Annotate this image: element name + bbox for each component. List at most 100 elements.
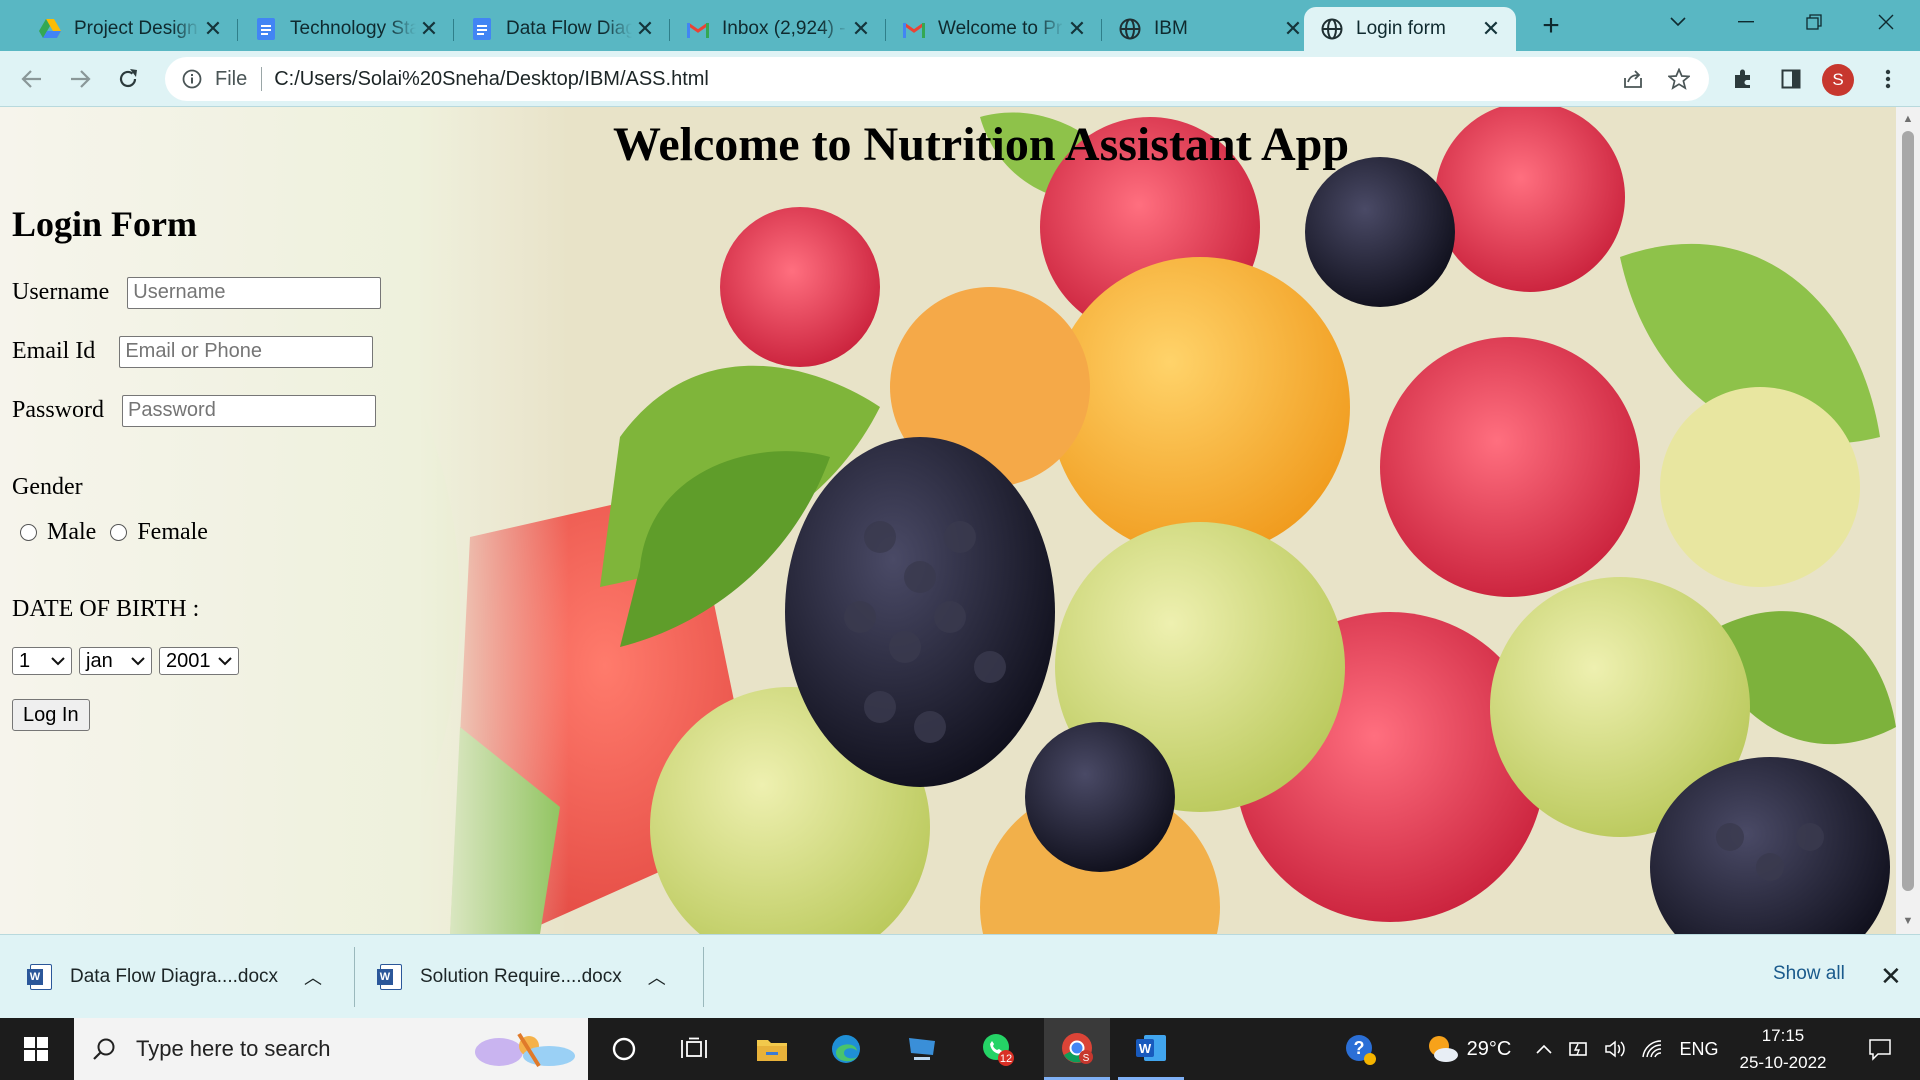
forward-button[interactable] <box>62 61 98 97</box>
browser-toolbar: File C:/Users/Solai%20Sneha/Desktop/IBM/… <box>0 51 1920 107</box>
search-highlight-illustration-icon <box>475 1032 575 1068</box>
tab-ibm[interactable]: IBM ✕ <box>1102 7 1318 51</box>
cortana-icon[interactable] <box>596 1018 652 1080</box>
page-viewport: Welcome to Nutrition Assistant App Login… <box>0 107 1896 934</box>
male-radio[interactable] <box>20 524 37 541</box>
clock-time: 17:15 <box>1761 1026 1805 1045</box>
page-scrollbar[interactable]: ▲ ▼ <box>1896 107 1920 934</box>
download-divider <box>703 947 704 1007</box>
tab-project-design[interactable]: Project Design ✕ <box>22 7 238 51</box>
year-select[interactable]: 2001 <box>159 647 239 675</box>
edge-browser-icon[interactable] <box>818 1018 874 1080</box>
chrome-icon[interactable]: S <box>1044 1018 1110 1080</box>
chevron-up-icon[interactable] <box>1530 1018 1558 1080</box>
task-view-icon[interactable] <box>666 1018 722 1080</box>
bookmark-star-icon[interactable] <box>1665 65 1693 93</box>
tab-title: IBM <box>1154 18 1188 39</box>
close-window-button[interactable] <box>1852 0 1920 44</box>
system-clock[interactable]: 17:15 25-10-2022 <box>1728 1022 1838 1076</box>
close-icon[interactable]: ✕ <box>1064 16 1090 42</box>
battery-icon[interactable] <box>1566 1018 1594 1080</box>
word-app-icon[interactable]: W <box>1118 1018 1184 1080</box>
day-select[interactable]: 1 <box>12 647 72 675</box>
wifi-icon[interactable] <box>1638 1018 1666 1080</box>
profile-avatar[interactable]: S <box>1822 64 1854 96</box>
input-language[interactable]: ENG <box>1676 1018 1722 1080</box>
restore-button[interactable] <box>1780 0 1848 44</box>
side-panel-icon[interactable] <box>1773 61 1809 97</box>
password-row: Password <box>12 381 381 440</box>
info-icon[interactable] <box>179 66 205 92</box>
share-icon[interactable] <box>1619 65 1647 93</box>
password-label: Password <box>12 397 105 423</box>
scroll-thumb[interactable] <box>1902 131 1914 891</box>
page-title: Welcome to Nutrition Assistant App <box>612 118 1350 171</box>
temperature: 29°C <box>1466 1037 1512 1060</box>
word-document-icon: W <box>27 964 52 990</box>
gender-options: Male Female <box>12 519 381 546</box>
address-bar[interactable]: File C:/Users/Solai%20Sneha/Desktop/IBM/… <box>165 57 1709 101</box>
whatsapp-icon[interactable]: 12 <box>970 1018 1026 1080</box>
chevron-up-icon[interactable]: ︿ <box>648 964 666 990</box>
tab-data-flow-diagram[interactable]: Data Flow Diag ✕ <box>454 7 670 51</box>
download-item[interactable]: W Solution Require....docx ︿ <box>377 935 666 1019</box>
minimize-button[interactable] <box>1712 0 1780 44</box>
download-divider <box>354 947 355 1007</box>
pc-screen-icon[interactable] <box>894 1018 950 1080</box>
tab-login-form[interactable]: Login form ✕ <box>1304 7 1516 51</box>
tab-welcome[interactable]: Welcome to Pr ✕ <box>886 7 1102 51</box>
tab-search-chevron-icon[interactable] <box>1644 0 1712 44</box>
back-button[interactable] <box>14 61 50 97</box>
show-all-downloads-link[interactable]: Show all <box>1773 963 1845 985</box>
password-input[interactable] <box>122 394 377 427</box>
female-radio[interactable] <box>110 524 128 541</box>
gender-label: Gender <box>12 474 83 500</box>
close-icon[interactable]: ✕ <box>1478 16 1504 42</box>
weather-widget[interactable]: 29°C <box>1416 1018 1520 1080</box>
download-item[interactable]: W Data Flow Diagra....docx ︿ <box>27 935 322 1019</box>
tab-strip: Project Design ✕ Technology Sta ✕ Data F… <box>0 0 1920 51</box>
tab-inbox[interactable]: Inbox (2,924) - ✕ <box>670 7 886 51</box>
close-icon[interactable]: ✕ <box>416 16 442 42</box>
taskbar-search-box[interactable]: Type here to search <box>74 1018 588 1080</box>
username-input[interactable] <box>127 276 382 309</box>
male-label: Male <box>47 519 97 545</box>
new-tab-button[interactable]: + <box>1533 8 1569 44</box>
windows-start-icon[interactable] <box>0 1018 72 1080</box>
url-text[interactable]: C:/Users/Solai%20Sneha/Desktop/IBM/ASS.h… <box>274 68 709 91</box>
scroll-down-icon[interactable]: ▼ <box>1902 915 1914 927</box>
close-icon[interactable]: ✕ <box>632 16 658 42</box>
file-explorer-icon[interactable] <box>744 1018 800 1080</box>
close-icon[interactable]: ✕ <box>848 16 874 42</box>
close-icon[interactable]: ✕ <box>200 16 226 42</box>
volume-icon[interactable] <box>1602 1018 1630 1080</box>
search-placeholder: Type here to search <box>136 1036 331 1061</box>
month-select[interactable]: jan <box>79 647 152 675</box>
tab-technology-stack[interactable]: Technology Sta ✕ <box>238 7 454 51</box>
download-filename: Solution Require....docx <box>420 966 622 987</box>
globe-icon <box>1118 17 1142 41</box>
help-icon[interactable]: ? <box>1336 1018 1384 1080</box>
extensions-puzzle-icon[interactable] <box>1725 61 1761 97</box>
close-icon[interactable]: ✕ <box>1880 961 1902 992</box>
email-input[interactable] <box>119 335 374 368</box>
login-button[interactable]: Log In <box>12 699 90 731</box>
svg-text:S: S <box>1083 1053 1090 1064</box>
year-value: 2001 <box>166 649 211 672</box>
email-row: Email Id <box>12 322 381 381</box>
login-form: Login Form Username Email Id Password Ge… <box>12 203 382 731</box>
kebab-menu-icon[interactable] <box>1870 61 1906 97</box>
tab-title: Welcome to Pr <box>938 18 1063 39</box>
reload-button[interactable] <box>110 61 146 97</box>
chevron-up-icon[interactable]: ︿ <box>304 964 322 990</box>
username-row: Username <box>12 263 382 322</box>
gmail-icon <box>686 17 710 41</box>
dob-label: DATE OF BIRTH : <box>12 596 200 622</box>
tab-title: Technology Sta <box>290 18 416 39</box>
notification-center-icon[interactable] <box>1856 1018 1904 1080</box>
download-filename: Data Flow Diagra....docx <box>70 966 279 987</box>
address-scheme-label: File <box>215 67 248 90</box>
email-label: Email Id <box>12 338 96 364</box>
scroll-up-icon[interactable]: ▲ <box>1902 113 1914 125</box>
close-icon[interactable]: ✕ <box>1280 16 1306 42</box>
